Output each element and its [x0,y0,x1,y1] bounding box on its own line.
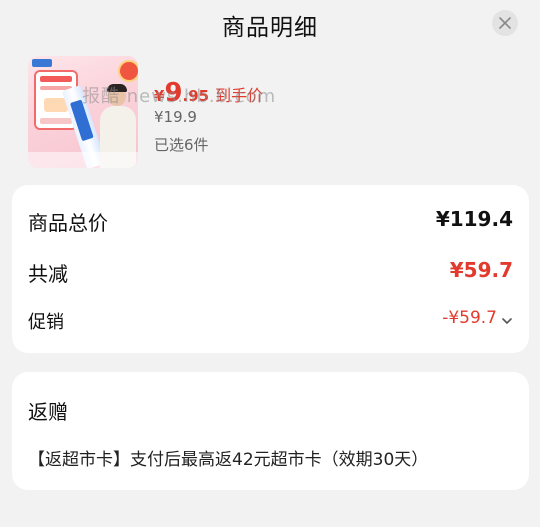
discount-label: 共减 [28,262,68,286]
close-button[interactable] [492,10,518,36]
price-tag: 到手价 [215,86,264,105]
product-image[interactable] [28,56,138,168]
image-footer [28,152,138,168]
gift-title: 返赠 [28,400,68,424]
total-price-row: 商品总价 ¥119.4 [28,207,513,237]
discount-value: ¥59.7 [449,258,513,282]
promo-badge-icon [118,60,138,82]
promotion-row[interactable]: 促销 -¥59.7 [28,308,513,338]
original-price: ¥19.9 [154,108,197,126]
price-summary-card: 商品总价 ¥119.4 共减 ¥59.7 促销 -¥59.7 [12,185,529,353]
promotion-value: -¥59.7 [442,308,497,328]
total-price-label: 商品总价 [28,211,108,235]
gift-card: 返赠 【返超市卡】支付后最高返42元超市卡（效期30天） [12,372,529,490]
promotion-label: 促销 [28,312,64,333]
final-price: ¥9.95 到手价 [154,78,263,108]
price-currency: ¥ [154,87,165,105]
selected-count: 已选6件 [154,136,209,154]
header: 商品明细 [0,0,540,48]
discount-row: 共减 ¥59.7 [28,258,513,288]
total-price-value: ¥119.4 [435,207,513,231]
chevron-down-icon[interactable] [501,315,513,327]
page-title: 商品明细 [222,15,318,41]
close-icon [499,17,511,29]
price-integer: 9 [164,78,183,108]
gift-description: 【返超市卡】支付后最高返42元超市卡（效期30天） [28,450,429,470]
brand-logo [32,59,52,67]
product-row: ¥9.95 到手价 ¥19.9 已选6件 [28,56,528,171]
price-decimal: .95 [182,87,210,105]
